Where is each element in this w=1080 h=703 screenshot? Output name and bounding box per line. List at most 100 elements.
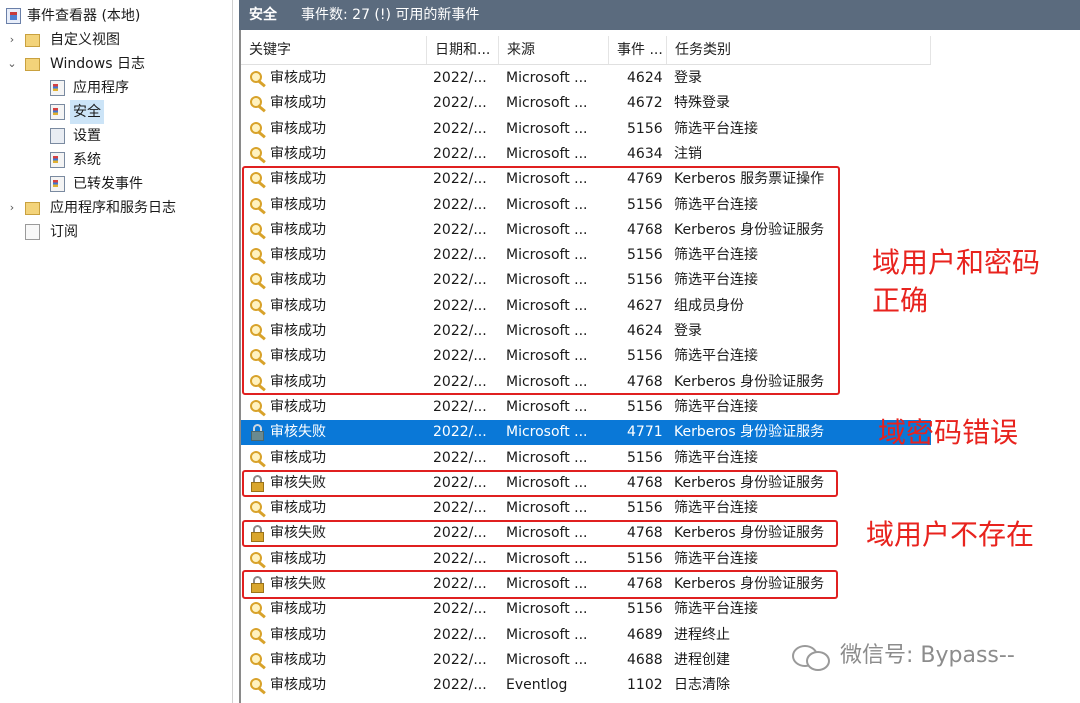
tree-item-label: 安全 [70,100,104,124]
tree-item-label: 已转发事件 [73,176,143,192]
highlight-box-success-group [242,166,840,395]
column-date[interactable]: 日期和... [427,36,499,64]
table-row[interactable]: 审核成功 2022/... Microsoft ... 4672 特殊登录 [241,91,931,116]
cell-event-id: 5156 [627,551,663,567]
column-event-id[interactable]: 事件 ... [609,36,667,64]
key-icon [249,399,267,417]
cell-event-id: 5156 [627,399,663,415]
annotation-wrong-password: 域密码错误 [878,416,1019,449]
tree-item-label: 应用程序和服务日志 [50,200,176,216]
table-row[interactable]: 审核成功 2022/... Microsoft ... 4624 登录 [241,66,931,91]
highlight-box-failure-2 [242,520,838,547]
folder-icon [25,58,40,71]
cell-task-category: 注销 [674,146,702,162]
tree-item-1[interactable]: › 自定义视图 [0,28,230,52]
cell-task-category: 登录 [674,70,702,86]
collapse-arrow-icon[interactable]: › [6,196,18,220]
column-source[interactable]: 来源 [499,36,609,64]
cell-event-id: 1102 [627,677,663,693]
cell-date: 2022/... [433,551,487,567]
highlight-box-failure-3 [242,570,838,599]
cell-date: 2022/... [433,95,487,111]
key-icon [249,652,267,670]
cell-date: 2022/... [433,70,487,86]
column-header-row: 关键字 日期和... 来源 事件 ... 任务类别 [241,36,931,65]
column-task-category[interactable]: 任务类别 [667,36,931,64]
expand-arrow-icon[interactable]: ⌄ [6,52,18,76]
cell-task-category: 日志清除 [674,677,730,693]
cell-keyword: 审核成功 [270,399,326,415]
table-row[interactable]: 审核失败 2022/... Microsoft ... 4771 Kerberos 身份… [241,420,931,445]
table-row[interactable]: 审核成功 2022/... Microsoft ... 5156 筛选平台连接 [241,496,931,521]
cell-source: Microsoft ... [506,70,588,86]
subscription-icon [25,224,40,240]
cell-keyword: 审核成功 [270,450,326,466]
tree-item-3[interactable]: 应用程序 [0,76,230,100]
tree-item-4[interactable]: 安全 [0,100,230,124]
cell-event-id: 5156 [627,121,663,137]
table-row[interactable]: 审核成功 2022/... Microsoft ... 5156 筛选平台连接 [241,446,931,471]
cell-date: 2022/... [433,399,487,415]
cell-event-id: 4672 [627,95,663,111]
table-row[interactable]: 审核成功 2022/... Eventlog 1102 日志清除 [241,673,931,698]
table-row[interactable]: 审核成功 2022/... Microsoft ... 5156 筛选平台连接 [241,395,931,420]
cell-event-id: 4624 [627,70,663,86]
tree-item-8[interactable]: › 应用程序和服务日志 [0,196,230,220]
table-row[interactable]: 审核成功 2022/... Microsoft ... 5156 筛选平台连接 [241,547,931,572]
cell-event-id: 4634 [627,146,663,162]
log-icon [50,104,65,120]
key-icon [249,601,267,619]
cell-event-id: 5156 [627,500,663,516]
cell-keyword: 审核成功 [270,121,326,137]
tree-item-label: 自定义视图 [50,32,120,48]
collapse-arrow-icon[interactable]: › [6,28,18,52]
highlight-box-failure-1 [242,470,838,497]
cell-source: Microsoft ... [506,450,588,466]
cell-event-id: 4689 [627,627,663,643]
cell-date: 2022/... [433,652,487,668]
cell-keyword: 审核成功 [270,95,326,111]
cell-source: Microsoft ... [506,652,588,668]
cell-event-id: 4688 [627,652,663,668]
key-icon [249,121,267,139]
tree-item-label: 订阅 [50,224,78,240]
cell-keyword: 审核成功 [270,500,326,516]
table-row[interactable]: 审核成功 2022/... Microsoft ... 4634 注销 [241,142,931,167]
cell-source: Microsoft ... [506,399,588,415]
tree-item-6[interactable]: 系统 [0,148,230,172]
navigation-tree: 事件查看器 (本地) › 自定义视图 ⌄ Windows 日志 应用程序 安全 设置 系统 已转发… [0,0,233,703]
cell-date: 2022/... [433,601,487,617]
log-icon [50,128,65,144]
cell-task-category: 筛选平台连接 [674,601,758,617]
watermark-text: 微信号: Bypass-- [840,643,1015,668]
cell-source: Eventlog [506,677,568,693]
tree-item-label: 系统 [73,152,101,168]
key-icon [249,146,267,164]
tree-item-label: 设置 [73,128,101,144]
cell-source: Microsoft ... [506,551,588,567]
tree-item-0[interactable]: 事件查看器 (本地) [0,4,230,28]
cell-source: Microsoft ... [506,424,588,440]
cell-keyword: 审核成功 [270,652,326,668]
cell-date: 2022/... [433,146,487,162]
cell-source: Microsoft ... [506,601,588,617]
tree-item-2[interactable]: ⌄ Windows 日志 [0,52,230,76]
cell-date: 2022/... [433,500,487,516]
cell-keyword: 审核成功 [270,627,326,643]
cell-event-id: 5156 [627,601,663,617]
table-row[interactable]: 审核成功 2022/... Microsoft ... 5156 筛选平台连接 [241,117,931,142]
log-icon [50,152,65,168]
tree-item-7[interactable]: 已转发事件 [0,172,230,196]
log-header-bar: 安全 事件数: 27 (!) 可用的新事件 [239,0,1080,30]
cell-date: 2022/... [433,677,487,693]
key-icon [249,627,267,645]
tree-item-9[interactable]: 订阅 [0,220,230,244]
tree-item-5[interactable]: 设置 [0,124,230,148]
cell-source: Microsoft ... [506,500,588,516]
watermark: 微信号: Bypass-- [792,638,1015,674]
column-keyword[interactable]: 关键字 [241,36,427,64]
cell-date: 2022/... [433,121,487,137]
key-icon [249,95,267,113]
table-row[interactable]: 审核成功 2022/... Microsoft ... 5156 筛选平台连接 [241,597,931,622]
cell-source: Microsoft ... [506,146,588,162]
